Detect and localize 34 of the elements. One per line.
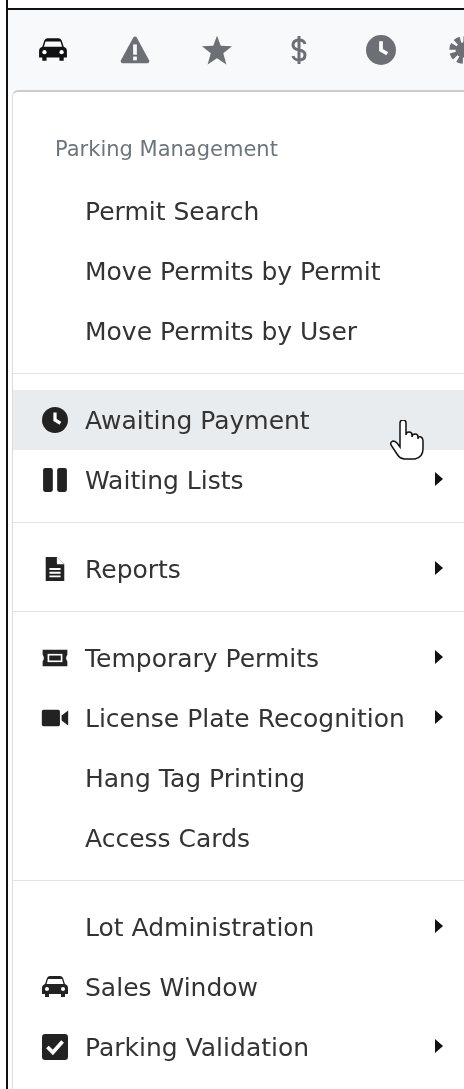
menu-item-label: Waiting Lists — [85, 465, 244, 495]
menu-item[interactable]: Lot Administration — [13, 897, 464, 957]
menu-item-label: Move Permits by User — [85, 316, 358, 346]
checkbox-icon — [41, 1034, 69, 1060]
clock-icon — [366, 35, 396, 65]
menu-item[interactable]: License Plate Recognition — [13, 688, 464, 748]
menu-item-label: Awaiting Payment — [85, 405, 310, 435]
menu-item-label: Hang Tag Printing — [85, 763, 306, 793]
menu-item-label: Move Permits by Permit — [85, 256, 381, 286]
menu-item-label: License Plate Recognition — [85, 703, 405, 733]
star-icon — [202, 35, 232, 65]
menu-item[interactable]: Temporary Permits — [13, 628, 464, 688]
menu-item-label: Sales Window — [85, 972, 259, 1002]
menu-item-label: Temporary Permits — [85, 643, 320, 673]
warning-icon — [120, 35, 150, 65]
menu-item[interactable]: Reports — [13, 539, 464, 599]
menu-item-label: Reports — [85, 554, 181, 584]
car-icon — [41, 974, 69, 1000]
menu-item-label: Access Cards — [85, 823, 251, 853]
menu-item-label: Lot Administration — [85, 912, 315, 942]
menu-item[interactable]: Access Cards — [13, 808, 464, 868]
menu-header: Parking Management — [54, 136, 279, 163]
menu-item-label: Permit Search — [85, 196, 260, 226]
menu-item[interactable]: Move Permits by Permit — [13, 241, 464, 301]
menu-item-label: Parking Validation — [85, 1032, 310, 1062]
hand-cursor-icon — [390, 420, 424, 460]
menu-item[interactable]: Hang Tag Printing — [13, 748, 464, 808]
menu-item[interactable]: Waiting Lists — [13, 450, 464, 510]
menu-item[interactable]: Permit Search — [13, 181, 464, 241]
menu-item[interactable]: Move Permits by User — [13, 301, 464, 361]
menu-item[interactable]: Parking Validation — [13, 1017, 464, 1077]
pause-icon — [41, 467, 69, 493]
menu-item[interactable]: Sales Window — [13, 957, 464, 1017]
clock-icon — [41, 407, 69, 433]
